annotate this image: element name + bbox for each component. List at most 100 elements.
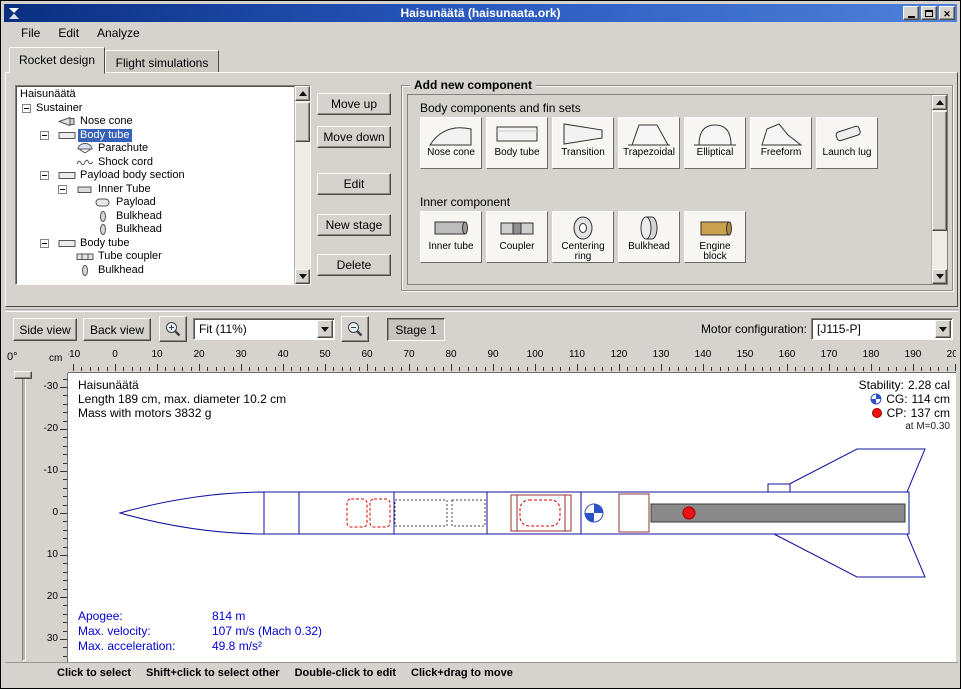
ruler-tick	[174, 367, 175, 371]
ruler-tick	[60, 639, 67, 640]
tree-item-bulkhead[interactable]: Bulkhead	[16, 210, 292, 223]
scroll-down-button[interactable]	[932, 269, 947, 284]
add-transition-button[interactable]: Transition	[552, 117, 614, 169]
component-scrollbar[interactable]	[931, 95, 947, 284]
ruler-tick	[485, 367, 486, 371]
scroll-thumb[interactable]	[295, 102, 310, 142]
motor-configuration-select[interactable]: [J115-P]	[811, 318, 953, 340]
menu-item-edit[interactable]: Edit	[49, 23, 88, 43]
tree-item-bulkhead[interactable]: Bulkhead	[16, 264, 292, 277]
combo-arrow-button[interactable]	[935, 320, 951, 338]
maximize-button[interactable]	[921, 6, 937, 20]
ruler-tick	[60, 471, 67, 472]
ruler-tick	[63, 404, 67, 405]
add-trapezoidal-fin-button[interactable]: Trapezoidal	[618, 117, 680, 169]
arrow-up-icon	[936, 100, 944, 105]
ruler-tick	[409, 364, 410, 371]
component-tree[interactable]: Haisunäätä Sustainer Nose cone Body tube…	[15, 85, 311, 285]
ruler-tick	[63, 622, 67, 623]
add-elliptical-fin-button[interactable]: Elliptical	[684, 117, 746, 169]
combo-arrow-button[interactable]	[317, 320, 333, 338]
ruler-tick	[98, 367, 99, 371]
side-view-button[interactable]: Side view	[13, 318, 77, 341]
tab-flight-simulations[interactable]: Flight simulations	[105, 50, 219, 73]
motor-configuration-label: Motor configuration:	[641, 322, 807, 336]
tree-item-payload-body-section[interactable]: Payload body section	[16, 169, 292, 182]
tab-rocket-design[interactable]: Rocket design	[9, 47, 105, 74]
pane-divider[interactable]	[5, 309, 958, 312]
rotation-slider-handle[interactable]	[14, 371, 32, 379]
ruler-tick	[63, 446, 67, 447]
tree-item-sustainer[interactable]: Sustainer	[16, 102, 292, 115]
collapse-icon[interactable]	[40, 239, 49, 248]
add-launch-lug-button[interactable]: Launch lug	[816, 117, 878, 169]
zoom-out-button[interactable]	[341, 316, 369, 342]
tree-item-body-tube[interactable]: Body tube	[16, 129, 292, 142]
launch-lug-icon	[824, 120, 870, 148]
ruler-tick	[266, 367, 267, 371]
ruler-tick	[224, 367, 225, 371]
add-bulkhead-button[interactable]: Bulkhead	[618, 211, 680, 263]
scroll-thumb[interactable]	[932, 111, 947, 231]
body-components-label: Body components and fin sets	[420, 101, 581, 115]
collapse-icon[interactable]	[40, 171, 49, 180]
edit-button[interactable]: Edit	[317, 173, 391, 195]
ruler-label: 90	[479, 349, 507, 360]
tree-item-tube-coupler[interactable]: Tube coupler	[16, 250, 292, 263]
tree-scrollbar[interactable]	[294, 86, 310, 284]
add-inner-tube-button[interactable]: Inner tube	[420, 211, 482, 263]
minimize-button[interactable]	[903, 6, 919, 20]
rotation-slider-track[interactable]	[22, 373, 26, 661]
tree-item-bulkhead[interactable]: Bulkhead	[16, 223, 292, 236]
add-freeform-fin-button[interactable]: Freeform	[750, 117, 812, 169]
back-view-button[interactable]: Back view	[83, 318, 151, 341]
ruler-tick	[140, 367, 141, 371]
move-down-button[interactable]: Move down	[317, 126, 391, 148]
tree-item-nose-cone[interactable]: Nose cone	[16, 115, 292, 128]
add-coupler-button[interactable]: Coupler	[486, 211, 548, 263]
collapse-icon[interactable]	[58, 185, 67, 194]
tree-item-body-tube-aft[interactable]: Body tube	[16, 237, 292, 250]
rocket-diagram-canvas[interactable]: Haisunäätä Length 189 cm, max. diameter …	[68, 373, 956, 663]
close-button[interactable]	[939, 6, 955, 20]
scroll-down-button[interactable]	[295, 269, 310, 284]
rocket-length: Length 189 cm, max. diameter 10.2 cm	[78, 392, 286, 406]
ruler-tick	[787, 364, 788, 371]
ruler-tick	[63, 530, 67, 531]
tree-item-shock-cord[interactable]: Shock cord	[16, 156, 292, 169]
add-body-tube-button[interactable]: Body tube	[486, 117, 548, 169]
tree-item-rocket[interactable]: Haisunäätä	[16, 88, 292, 101]
zoom-in-button[interactable]	[159, 316, 187, 342]
add-centering-ring-button[interactable]: Centering ring	[552, 211, 614, 263]
scroll-up-button[interactable]	[295, 86, 310, 101]
stage-1-toggle[interactable]: Stage 1	[387, 318, 445, 341]
ruler-tick	[63, 421, 67, 422]
menu-item-file[interactable]: File	[12, 23, 49, 43]
delete-button[interactable]: Delete	[317, 254, 391, 276]
ruler-label: 30	[47, 634, 58, 644]
ruler-tick	[846, 367, 847, 371]
tree-item-payload[interactable]: Payload	[16, 196, 292, 209]
tree-item-parachute[interactable]: Parachute	[16, 142, 292, 155]
collapse-icon[interactable]	[22, 104, 31, 113]
cp-legend-icon	[871, 407, 883, 419]
ruler-tick	[359, 367, 360, 371]
collapse-icon[interactable]	[40, 131, 49, 140]
add-nose-cone-button[interactable]: Nose cone	[420, 117, 482, 169]
tree-item-label: Sustainer	[34, 102, 84, 115]
menu-item-analyze[interactable]: Analyze	[88, 23, 149, 43]
new-stage-button[interactable]: New stage	[317, 214, 391, 236]
stability-info: Stability: 2.28 cal CG: 114 cm CP: 137 c…	[859, 378, 950, 434]
ruler-label: 160	[773, 349, 801, 360]
scroll-up-button[interactable]	[932, 95, 947, 110]
ruler-tick	[930, 367, 931, 371]
rocket-mass: Mass with motors 3832 g	[78, 406, 286, 420]
add-engine-block-button[interactable]: Engine block	[684, 211, 746, 263]
ruler-tick	[669, 367, 670, 371]
ruler-tick	[275, 367, 276, 371]
ruler-tick	[60, 387, 67, 388]
zoom-select[interactable]: Fit (11%)	[193, 318, 335, 340]
tree-item-inner-tube[interactable]: Inner Tube	[16, 183, 292, 196]
ruler-tick	[594, 367, 595, 371]
move-up-button[interactable]: Move up	[317, 93, 391, 115]
